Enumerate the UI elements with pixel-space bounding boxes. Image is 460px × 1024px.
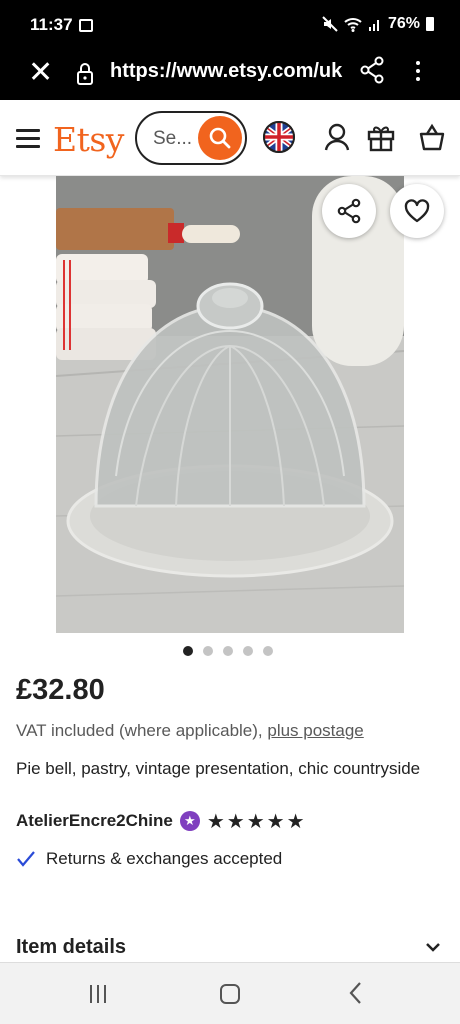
home-icon[interactable] (220, 984, 240, 1004)
share-icon (337, 198, 361, 224)
vat-note: VAT included (where applicable), plus po… (16, 721, 364, 741)
carousel-dot[interactable] (263, 646, 273, 656)
status-time: 11:37 (30, 15, 73, 34)
wifi-icon (344, 18, 362, 32)
item-details-heading: Item details (16, 936, 127, 958)
shop-name-link[interactable]: AtelierEncre2Chine (16, 811, 173, 831)
lock-icon[interactable] (76, 62, 94, 91)
signal-icon (368, 20, 379, 31)
returns-text: Returns & exchanges accepted (46, 849, 283, 868)
back-icon[interactable] (348, 981, 362, 1010)
vat-text: VAT included (where applicable), (16, 721, 268, 740)
product-image[interactable] (56, 176, 404, 633)
uk-flag-icon[interactable] (263, 121, 295, 158)
shop-info: AtelierEncre2Chine ★ ★★★★★ (16, 809, 307, 833)
cart-icon[interactable] (418, 121, 446, 158)
carousel-dot[interactable] (243, 646, 253, 656)
carousel-dot[interactable] (183, 646, 193, 656)
share-button[interactable] (322, 184, 376, 238)
account-icon[interactable] (324, 121, 350, 158)
search-input[interactable]: Se... (135, 111, 247, 165)
menu-icon[interactable] (16, 129, 40, 148)
search-placeholder: Se... (153, 128, 193, 149)
gallery-notification-icon (79, 19, 93, 32)
carousel-dot[interactable] (203, 646, 213, 656)
star-seller-badge-icon: ★ (179, 811, 200, 831)
status-indicators: 76% (322, 15, 434, 33)
item-details-section[interactable]: Item details (16, 936, 444, 962)
returns-policy: Returns & exchanges accepted (16, 849, 282, 869)
checkmark-icon (17, 851, 35, 867)
share-icon[interactable] (360, 56, 384, 89)
more-options-icon[interactable] (414, 57, 422, 85)
product-price: £32.80 (16, 674, 105, 706)
url-address[interactable]: https://www.etsy.com/uk (110, 60, 342, 83)
recent-apps-icon[interactable] (90, 985, 106, 1003)
mute-icon (322, 16, 338, 32)
etsy-logo[interactable]: Etsy (53, 120, 124, 159)
battery-icon (426, 17, 434, 31)
carousel-indicator (183, 646, 273, 656)
search-icon (209, 127, 231, 149)
postage-link[interactable]: plus postage (267, 721, 363, 740)
system-navigation-bar (0, 962, 460, 1024)
gift-icon[interactable] (367, 121, 395, 158)
carousel-dot[interactable] (223, 646, 233, 656)
rating-stars[interactable]: ★★★★★ (207, 809, 307, 834)
browser-toolbar: ✕ https://www.etsy.com/uk (0, 50, 460, 100)
heart-icon (404, 199, 430, 223)
chevron-down-icon (426, 943, 440, 952)
status-bar: 11:37 76% (0, 0, 460, 50)
product-photo (56, 176, 404, 633)
search-button[interactable] (198, 116, 242, 160)
favorite-button[interactable] (390, 184, 444, 238)
product-title: Pie bell, pastry, vintage presentation, … (16, 759, 421, 778)
battery-percentage: 76% (387, 15, 420, 32)
close-tab-icon[interactable]: ✕ (28, 58, 53, 88)
